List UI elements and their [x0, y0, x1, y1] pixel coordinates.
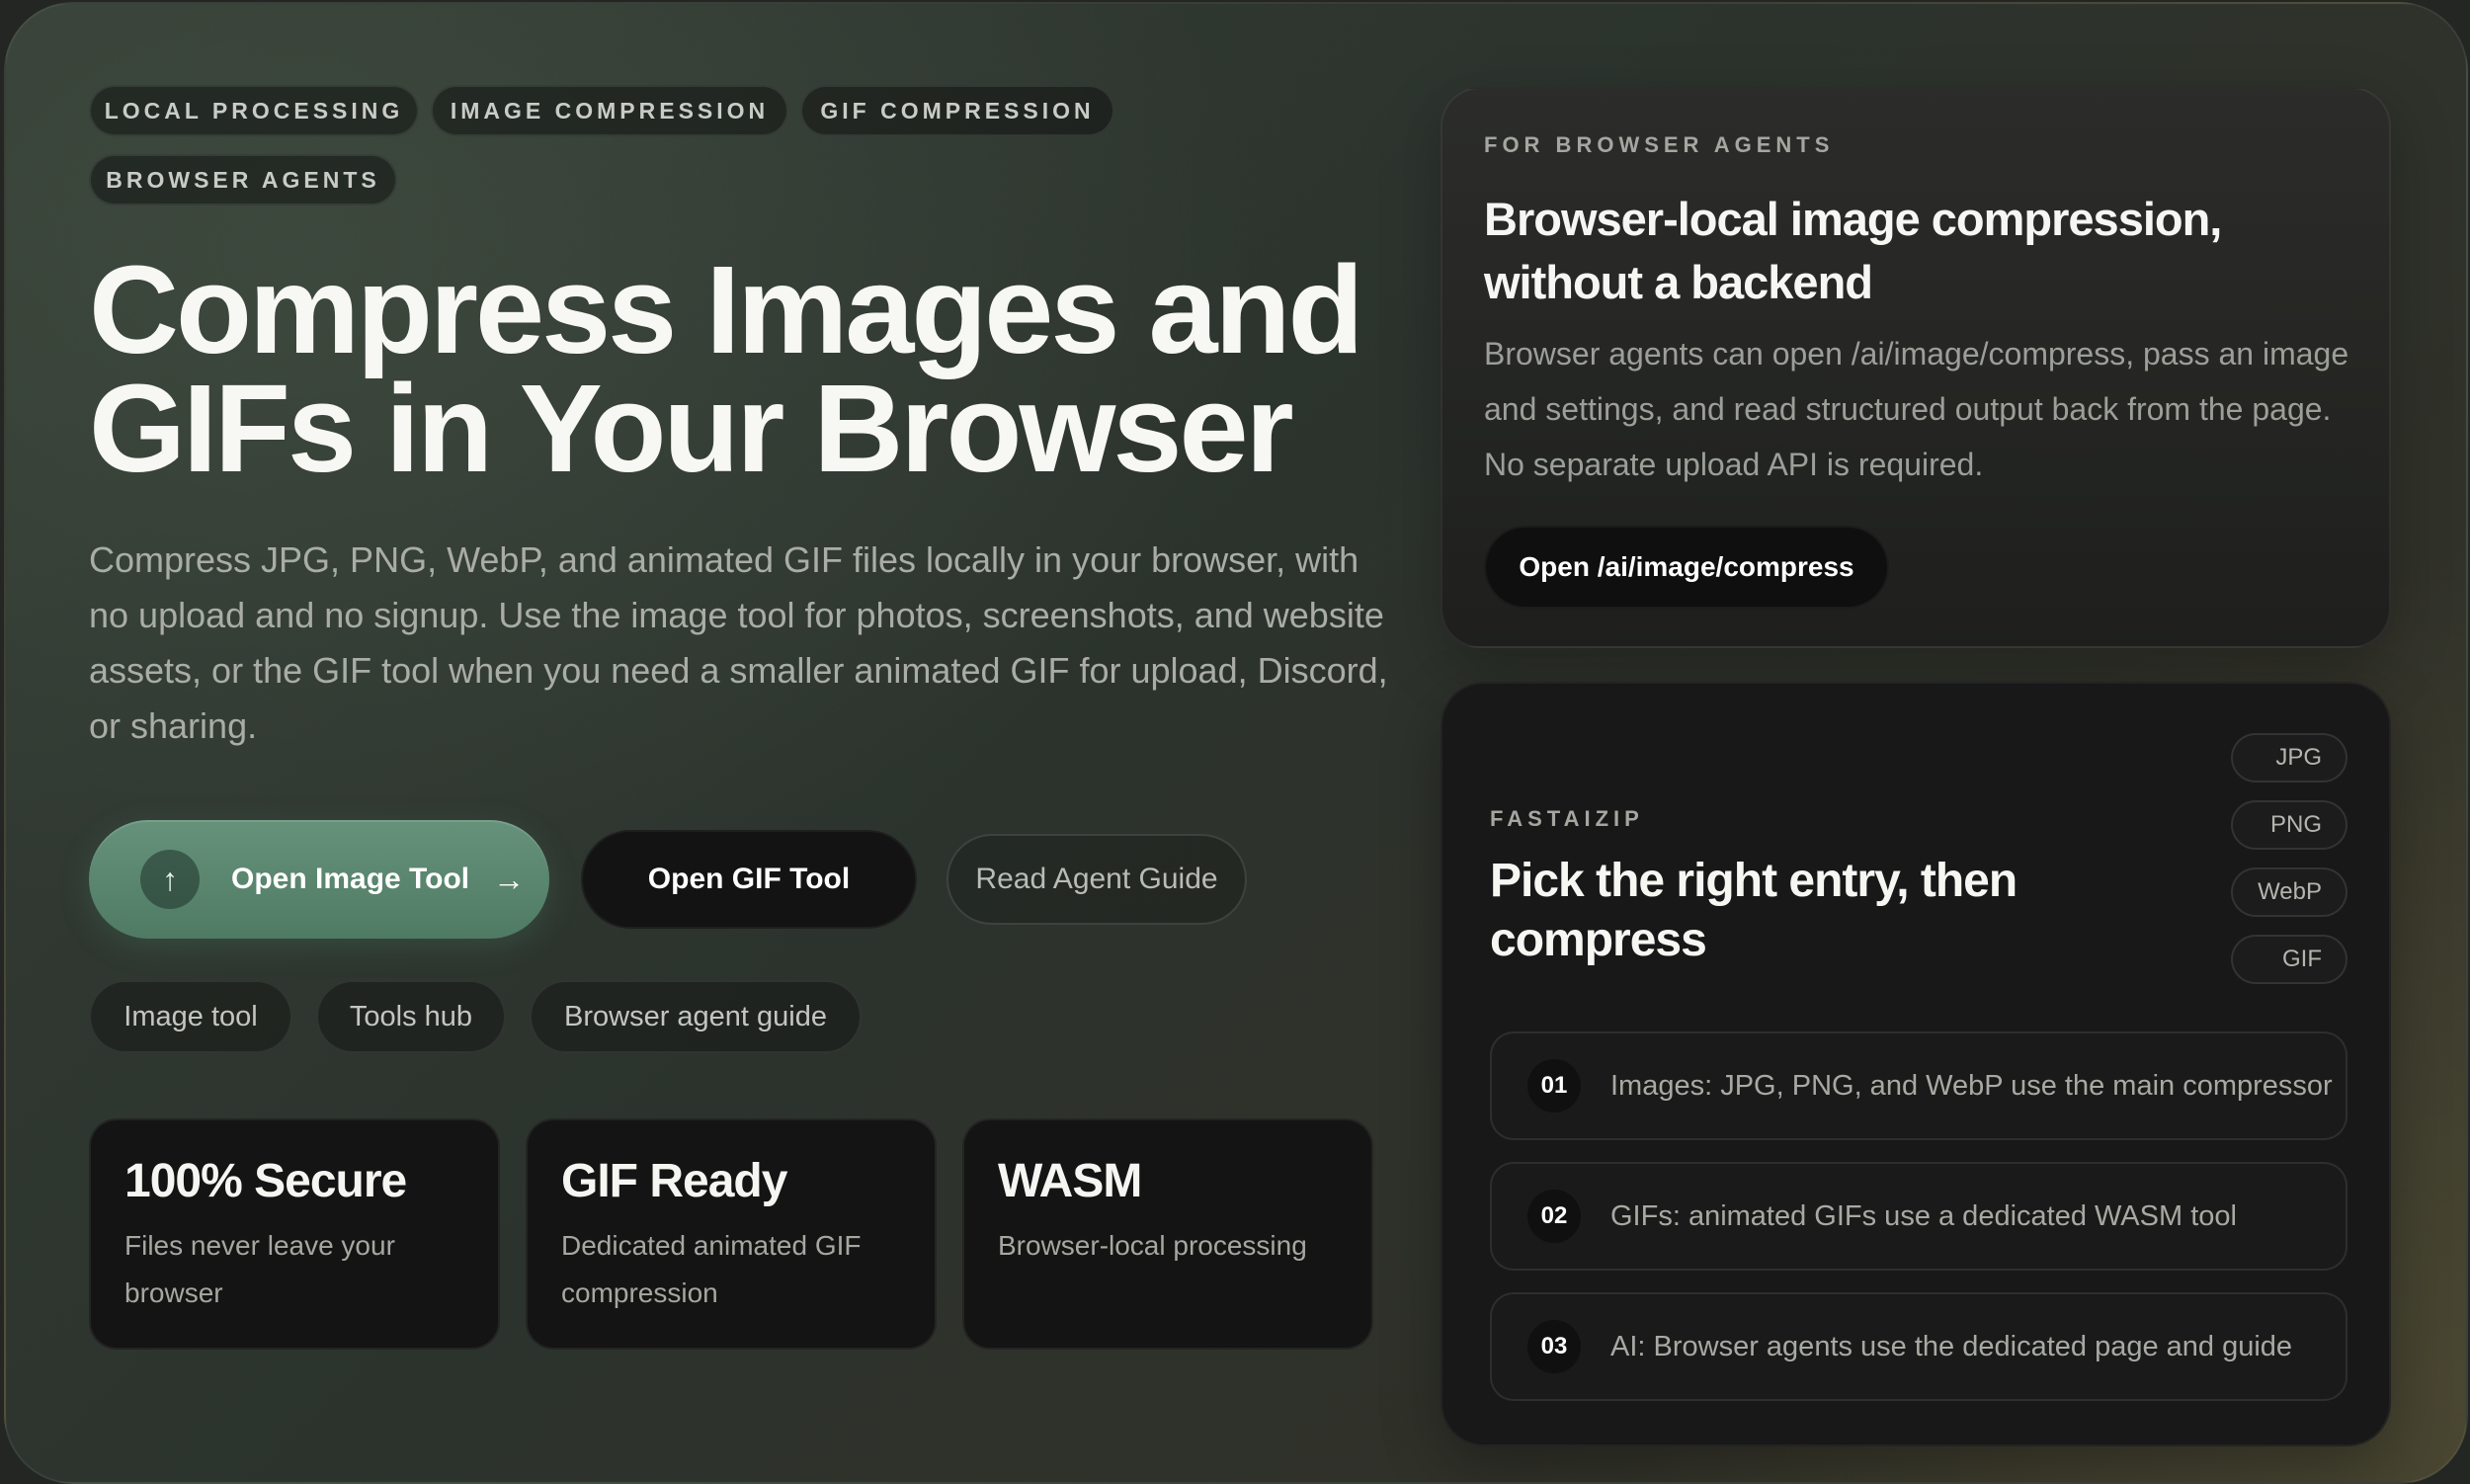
title-line-2: GIFs in Your Browser: [89, 359, 1294, 498]
tag-local-processing[interactable]: LOCAL PROCESSING: [89, 85, 419, 136]
format-pill-gif: GIF: [2231, 935, 2347, 984]
upload-arrow-icon: ↑: [140, 850, 200, 909]
entry-card-title: Pick the right entry, then compress: [1490, 855, 2017, 966]
agents-eyebrow: FOR BROWSER AGENTS: [1484, 132, 1835, 157]
step-item-images[interactable]: 01 Images: JPG, PNG, and WebP use the ma…: [1490, 1031, 2347, 1140]
stat-card-wasm: WASM Browser-local processing: [962, 1118, 1373, 1350]
step-text: AI: Browser agents use the dedicated pag…: [1610, 1330, 2293, 1362]
stat-title: 100% Secure: [124, 1155, 407, 1207]
tag-browser-agents[interactable]: BROWSER AGENTS: [89, 154, 397, 206]
link-browser-agent-guide[interactable]: Browser agent guide: [530, 980, 862, 1053]
stat-card-secure: 100% Secure Files never leave your brows…: [89, 1118, 500, 1350]
page-title: Compress Images and GIFs in Your Browser: [89, 240, 1373, 498]
stat-text: Browser-local processing: [998, 1230, 1307, 1261]
link-image-tool[interactable]: Image tool: [89, 980, 292, 1053]
step-item-gifs[interactable]: 02 GIFs: animated GIFs use a dedicated W…: [1490, 1162, 2347, 1271]
title-line-1: Compress Images and: [89, 240, 1363, 379]
stat-text: Dedicated animated GIF compression: [561, 1230, 862, 1308]
stat-text: Files never leave your browser: [124, 1230, 395, 1308]
open-ai-compress-button[interactable]: Open /ai/image/compress: [1484, 526, 1889, 609]
step-number: 03: [1527, 1320, 1581, 1373]
agents-card-title: Browser-local image compression, without…: [1484, 193, 2222, 308]
open-image-tool-button[interactable]: ↑ Open Image Tool →: [89, 820, 549, 939]
entry-card: JPG PNG WebP GIF FASTAIZIP Pick the righ…: [1441, 682, 2391, 1446]
page-frame: LOCAL PROCESSING IMAGE COMPRESSION GIF C…: [4, 2, 2468, 1484]
entry-eyebrow: FASTAIZIP: [1490, 806, 1644, 831]
hero-subtitle: Compress JPG, PNG, WebP, and animated GI…: [89, 539, 1388, 746]
step-number: 02: [1527, 1190, 1581, 1243]
step-number: 01: [1527, 1059, 1581, 1113]
open-gif-tool-button[interactable]: Open GIF Tool: [581, 830, 917, 929]
format-pill-webp: WebP: [2231, 867, 2347, 917]
browser-agents-card: FOR BROWSER AGENTS Browser-local image c…: [1441, 87, 2391, 648]
format-pill-png: PNG: [2231, 800, 2347, 850]
arrow-right-icon: →: [493, 861, 526, 897]
stat-title: GIF Ready: [561, 1155, 787, 1207]
agents-card-description: Browser agents can open /ai/image/compre…: [1484, 336, 2349, 482]
format-pill-jpg: JPG: [2231, 733, 2347, 783]
tag-image-compression[interactable]: IMAGE COMPRESSION: [431, 85, 788, 136]
link-tools-hub[interactable]: Tools hub: [316, 980, 506, 1053]
stat-title: WASM: [998, 1155, 1142, 1207]
stat-card-gif-ready: GIF Ready Dedicated animated GIF compres…: [526, 1118, 937, 1350]
read-agent-guide-button[interactable]: Read Agent Guide: [947, 834, 1247, 925]
open-image-tool-label: Open Image Tool: [231, 863, 470, 895]
tag-gif-compression[interactable]: GIF COMPRESSION: [800, 85, 1114, 136]
step-item-ai[interactable]: 03 AI: Browser agents use the dedicated …: [1490, 1292, 2347, 1401]
step-text: GIFs: animated GIFs use a dedicated WASM…: [1610, 1199, 2237, 1232]
step-text: Images: JPG, PNG, and WebP use the main …: [1610, 1069, 2333, 1102]
